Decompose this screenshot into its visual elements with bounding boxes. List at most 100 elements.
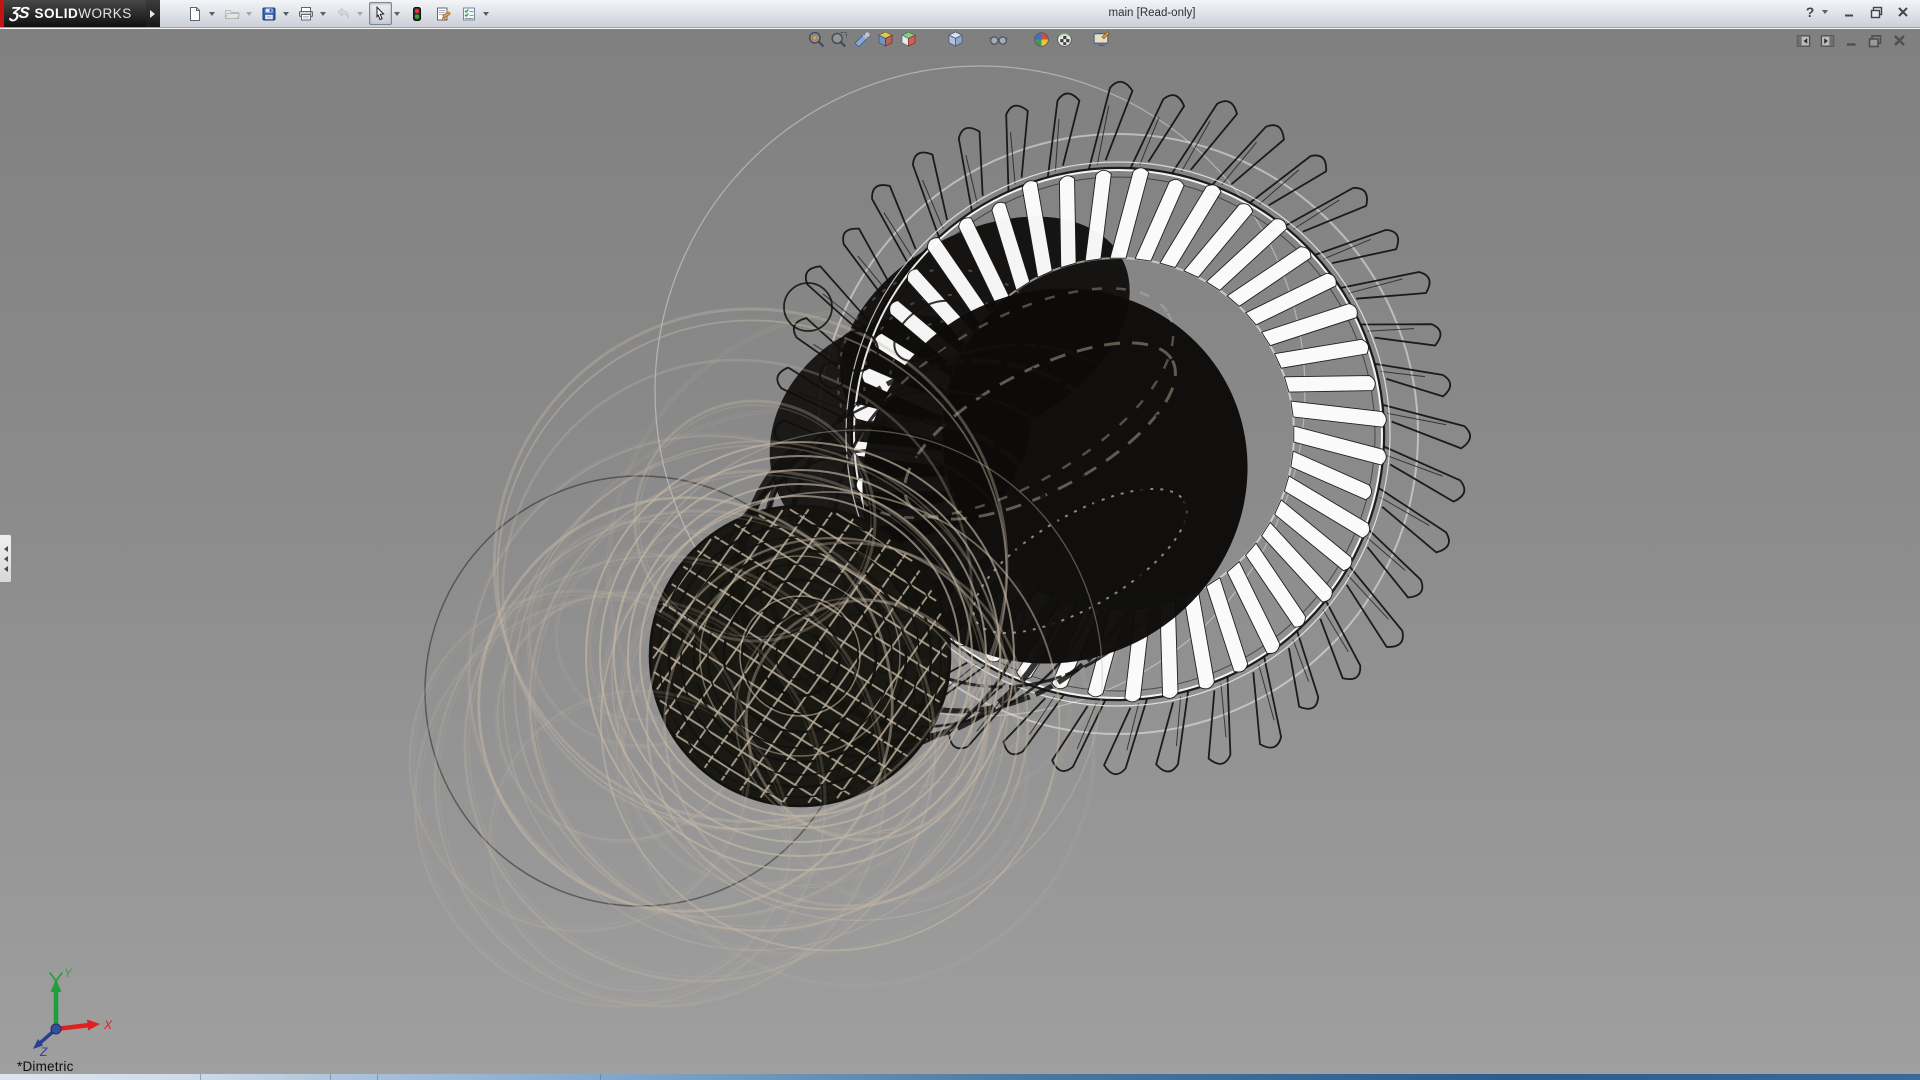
zoom-to-area-button[interactable] (829, 31, 850, 52)
rebuild-toolbar-item (406, 2, 429, 25)
status-divider (200, 1074, 201, 1080)
save-toolbar-item (258, 2, 292, 25)
minimize-icon (1843, 6, 1855, 18)
select-icon (372, 6, 388, 22)
options-dropdown-caret[interactable] (483, 12, 489, 16)
close-window-button[interactable] (1894, 3, 1912, 21)
section-view-icon (853, 30, 872, 54)
restore-document-icon (1868, 34, 1882, 48)
previous-pane-button[interactable] (1795, 33, 1811, 48)
zoom-to-area-icon (830, 30, 849, 54)
edit-appearance-icon (1032, 30, 1051, 54)
save-icon (261, 6, 277, 22)
select-button[interactable] (369, 2, 392, 25)
collapse-arrow-icon (4, 546, 8, 552)
file-properties-toolbar-item (432, 2, 455, 25)
triad-z-label: Z (39, 1045, 48, 1057)
open-document-dropdown-caret[interactable] (246, 12, 252, 16)
apply-scene-button[interactable] (1054, 31, 1075, 52)
print-dropdown-caret[interactable] (320, 12, 326, 16)
apply-scene-icon (1055, 30, 1074, 54)
display-style-button[interactable] (945, 31, 966, 52)
status-divider (1850, 1074, 1851, 1080)
new-document-button[interactable] (184, 2, 207, 25)
view-settings-icon (1092, 30, 1111, 54)
next-pane-button[interactable] (1819, 33, 1835, 48)
minimize-window-button[interactable] (1840, 3, 1858, 21)
open-document-toolbar-item (221, 2, 255, 25)
rebuild-icon (409, 6, 425, 22)
solidworks-logo: ƷS SOLIDWORKS (0, 0, 146, 27)
options-icon (461, 6, 477, 22)
rebuild-button[interactable] (406, 2, 429, 25)
document-title: main [Read-only] (1109, 7, 1196, 19)
status-divider (330, 1074, 331, 1080)
restore-document-button[interactable] (1867, 33, 1883, 48)
hide-show-items-icon (989, 30, 1008, 54)
triad-x-label: X (103, 1018, 113, 1032)
print-toolbar-item (295, 2, 329, 25)
save-dropdown-caret[interactable] (283, 12, 289, 16)
main-toolbar (184, 0, 495, 27)
undo-icon (335, 6, 351, 22)
collapse-arrow-icon (4, 566, 8, 572)
restore-window-button[interactable] (1867, 3, 1885, 21)
collapse-arrow-icon (4, 556, 8, 562)
undo-dropdown-caret[interactable] (357, 12, 363, 16)
graphics-viewport[interactable]: X Y Z *Dimetric (0, 28, 1920, 1075)
solidworks-logo-mark-icon: ƷS (9, 5, 29, 23)
logo-text-bold: SOLID (34, 6, 78, 21)
menu-flyout-button[interactable] (146, 0, 160, 27)
window-controls: ? (1801, 3, 1912, 21)
section-view-button[interactable] (852, 31, 873, 52)
close-document-icon (1893, 34, 1906, 47)
print-button[interactable] (295, 2, 318, 25)
close-document-button[interactable] (1891, 33, 1907, 48)
triad-y-label: Y (64, 966, 73, 980)
restore-icon (1870, 6, 1883, 19)
logo-text-light: WORKS (78, 6, 132, 21)
options-button[interactable] (458, 2, 481, 25)
status-divider (377, 1074, 378, 1080)
orientation-triad: X Y Z (14, 965, 124, 1057)
help-button[interactable]: ? (1801, 3, 1819, 21)
file-properties-button[interactable] (432, 2, 455, 25)
help-dropdown-caret[interactable] (1822, 10, 1828, 14)
undo-button[interactable] (332, 2, 355, 25)
edit-appearance-button[interactable] (1031, 31, 1052, 52)
new-document-toolbar-item (184, 2, 218, 25)
standard-views-button[interactable] (898, 31, 919, 52)
hide-show-items-button[interactable] (988, 31, 1009, 52)
options-toolbar-item (458, 2, 492, 25)
zoom-to-fit-button[interactable] (806, 31, 827, 52)
minimize-document-icon (1845, 34, 1858, 47)
minimize-document-button[interactable] (1843, 33, 1859, 48)
file-properties-icon (435, 6, 451, 22)
new-document-icon (187, 6, 203, 22)
view-settings-button[interactable] (1091, 31, 1112, 52)
titlebar: ƷS SOLIDWORKS main [Read-only] ? (0, 0, 1920, 28)
new-document-dropdown-caret[interactable] (209, 12, 215, 16)
previous-pane-icon (1796, 34, 1811, 48)
close-icon (1897, 6, 1909, 18)
view-orientation-label: *Dimetric (17, 1059, 74, 1074)
select-dropdown-caret[interactable] (394, 12, 400, 16)
help-icon: ? (1806, 4, 1815, 20)
heads-up-view-toolbar (806, 31, 1114, 52)
open-document-icon (224, 6, 240, 22)
undo-toolbar-item (332, 2, 366, 25)
turbine-engine-wireframe-model[interactable] (0, 29, 1920, 1075)
flyout-arrow-icon (150, 10, 155, 18)
save-button[interactable] (258, 2, 281, 25)
view-orientation-icon (876, 30, 895, 54)
zoom-to-fit-icon (807, 30, 826, 54)
next-pane-icon (1820, 34, 1835, 48)
featuremanager-collapsed-tab[interactable] (0, 534, 12, 583)
document-window-controls (1795, 33, 1907, 48)
view-orientation-button[interactable] (875, 31, 896, 52)
standard-views-icon (899, 30, 918, 54)
open-document-button[interactable] (221, 2, 244, 25)
print-icon (298, 6, 314, 22)
display-style-icon (946, 30, 965, 54)
status-divider (600, 1074, 601, 1080)
